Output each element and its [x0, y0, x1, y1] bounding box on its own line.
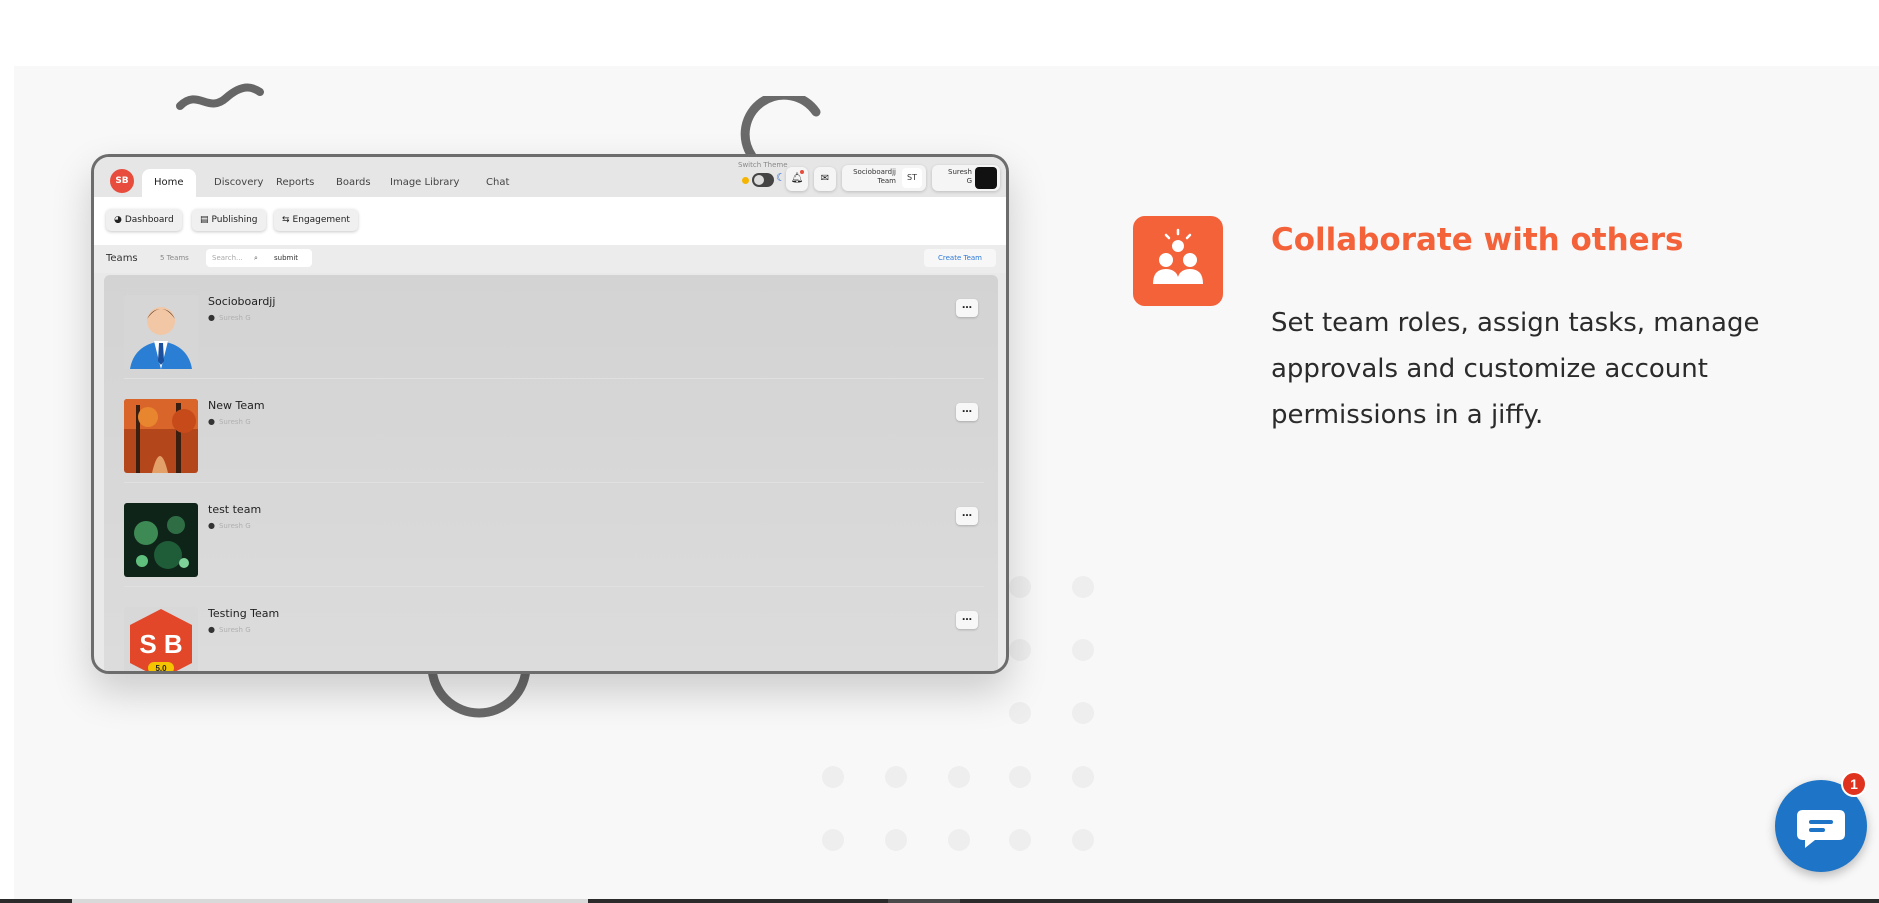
- search-icon[interactable]: ⌕: [254, 249, 258, 267]
- team-avatar-fantasy: [124, 503, 198, 577]
- team-options-button[interactable]: …: [956, 299, 978, 317]
- team-name: test team: [208, 503, 262, 516]
- team-owner-name: Suresh G: [218, 522, 251, 530]
- tab-image-library[interactable]: Image Library: [378, 169, 471, 197]
- messages-button[interactable]: ✉︎: [814, 167, 836, 191]
- teams-list: Socioboardjj ● Suresh G … New Team ● Sur…: [104, 275, 998, 673]
- chat-unread-badge: 1: [1841, 771, 1867, 797]
- sb-version-label: 5.0: [155, 664, 167, 673]
- search-placeholder: Search...: [212, 254, 243, 262]
- theme-toggle[interactable]: [752, 173, 774, 187]
- mockup-topbar: SB Home Discovery Reports Boards Image L…: [94, 157, 1006, 197]
- teams-search-input[interactable]: Search... ⌕ submit: [206, 249, 312, 267]
- page-background: SB Home Discovery Reports Boards Image L…: [14, 66, 1879, 903]
- moon-icon: ☾: [776, 171, 786, 184]
- dashboard-icon: ◕: [114, 215, 122, 225]
- team-avatar-autumn: [124, 399, 198, 473]
- team-badge: ST: [902, 168, 922, 188]
- team-avatar-person: [124, 295, 198, 369]
- team-row[interactable]: test team ● Suresh G …: [124, 483, 984, 587]
- tab-reports[interactable]: Reports: [264, 169, 326, 197]
- user-last-initial: G: [966, 177, 972, 185]
- tab-chat[interactable]: Chat: [474, 169, 521, 197]
- notification-dot: [800, 170, 804, 174]
- tab-boards[interactable]: Boards: [324, 169, 383, 197]
- feature-title: Collaborate with others: [1271, 222, 1684, 258]
- team-owner-name: Suresh G: [218, 418, 251, 426]
- team-switcher[interactable]: Socioboardjj Team ST: [842, 165, 926, 191]
- publishing-icon: ▤: [200, 215, 209, 225]
- team-owner-name: Suresh G: [218, 626, 251, 634]
- team-name: Socioboardjj: [853, 168, 896, 176]
- person-icon: ●: [208, 313, 215, 322]
- team-name: New Team: [208, 399, 265, 412]
- team-name: Socioboardjj: [208, 295, 276, 308]
- team-row[interactable]: S B 5.0 Testing Team ● Suresh G …: [124, 587, 984, 673]
- team-collaboration-icon: [1133, 216, 1223, 306]
- person-icon: ●: [208, 521, 215, 530]
- notification-button[interactable]: 🔔︎: [786, 167, 808, 191]
- squiggle-decoration: [176, 83, 264, 110]
- bottom-scrollbar[interactable]: [0, 899, 1879, 903]
- person-icon: ●: [208, 417, 215, 426]
- team-options-button[interactable]: …: [956, 611, 978, 629]
- team-row[interactable]: Socioboardjj ● Suresh G …: [124, 275, 984, 379]
- chat-icon: ✉︎: [820, 173, 830, 184]
- team-avatar-sb-logo: S B 5.0: [124, 607, 198, 673]
- bell-icon: 🔔︎: [790, 173, 804, 184]
- teams-title: Teams: [106, 253, 138, 264]
- search-submit-button[interactable]: submit: [274, 249, 298, 267]
- team-options-button[interactable]: …: [956, 507, 978, 525]
- scrollbar-thumb[interactable]: [72, 899, 588, 903]
- create-team-button[interactable]: Create Team: [924, 249, 996, 267]
- dashboard-button[interactable]: ◕ Dashboard: [106, 209, 182, 231]
- feature-description: Set team roles, assign tasks, manage app…: [1271, 308, 1760, 430]
- engagement-button[interactable]: ⇆ Engagement: [274, 209, 358, 231]
- engagement-label: Engagement: [292, 215, 350, 225]
- team-owner: ● Suresh G: [208, 625, 251, 634]
- user-avatar: [975, 167, 997, 189]
- svg-text:S B: S B: [139, 629, 182, 659]
- publishing-label: Publishing: [211, 215, 258, 225]
- engagement-icon: ⇆: [282, 215, 290, 225]
- team-owner: ● Suresh G: [208, 417, 251, 426]
- dashboard-label: Dashboard: [124, 215, 174, 225]
- publishing-button[interactable]: ▤ Publishing: [192, 209, 266, 231]
- scrollbar-segment: [888, 899, 960, 903]
- team-label: Team: [877, 177, 896, 185]
- user-menu[interactable]: Suresh G: [932, 165, 1000, 191]
- mockup-logo: SB: [110, 169, 134, 193]
- tab-home[interactable]: Home: [142, 169, 196, 197]
- team-owner: ● Suresh G: [208, 313, 251, 322]
- team-options-button[interactable]: …: [956, 403, 978, 421]
- mockup-subnav: ◕ Dashboard ▤ Publishing ⇆ Engagement: [94, 197, 1006, 245]
- teams-count: 5 Teams: [160, 254, 189, 262]
- team-owner: ● Suresh G: [208, 521, 251, 530]
- team-owner-name: Suresh G: [218, 314, 251, 322]
- person-icon: ●: [208, 625, 215, 634]
- app-mockup: SB Home Discovery Reports Boards Image L…: [91, 154, 1009, 674]
- user-first-name: Suresh: [948, 168, 972, 176]
- team-name: Testing Team: [208, 607, 280, 620]
- teams-toolbar: Teams 5 Teams Search... ⌕ submit Create …: [94, 245, 1006, 273]
- switch-theme-label: Switch Theme: [738, 161, 788, 169]
- sun-icon: [742, 177, 749, 184]
- team-row[interactable]: New Team ● Suresh G …: [124, 379, 984, 483]
